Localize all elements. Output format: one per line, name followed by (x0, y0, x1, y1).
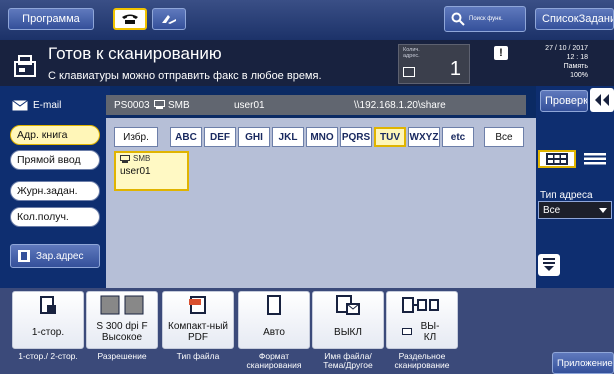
page-size-icon (267, 295, 281, 315)
filter-jkl[interactable]: JKL (272, 127, 304, 147)
destination-id: PS0003 (114, 99, 150, 111)
simplex-icon (40, 296, 56, 314)
email-tab[interactable]: E-mail (0, 94, 106, 116)
grid-view-icon (546, 153, 568, 165)
function-search-label: Поиск функ. (469, 15, 503, 22)
time-label: 12 : 18 (566, 54, 588, 61)
sidebar-item-job-history[interactable]: Журн.задан. (10, 181, 100, 201)
envelope-icon (12, 99, 28, 110)
list-icon (403, 67, 415, 77)
duplex-setting-tile[interactable]: 1-стор. (12, 291, 84, 349)
file-name-subject-icon (336, 295, 360, 315)
register-address-label: Зар.адрес (36, 250, 84, 262)
phone-icon (122, 14, 138, 24)
resolution-value: S 300 dpi F Высокое (96, 321, 148, 343)
filter-all[interactable]: Все (484, 127, 524, 147)
clock: 27 / 10 / 2017 12 : 18 Память 100% (522, 44, 614, 80)
scan-size-tile[interactable]: Авто (238, 291, 310, 349)
destination-counter-label: Колич. адрес. (403, 47, 420, 59)
address-entry[interactable]: SMB user01 (114, 151, 189, 191)
address-entry-name: user01 (120, 166, 151, 177)
duplex-setting-caption: 1-стор./ 2-стор. (18, 351, 78, 361)
scan-size-value: Авто (263, 326, 285, 338)
filter-wxyz[interactable]: WXYZ (408, 127, 440, 147)
destination-path: \\192.168.1.20\share (354, 99, 446, 111)
job-list-button[interactable]: СписокЗаданий (535, 8, 614, 30)
filter-favorites[interactable]: Избр. (114, 127, 158, 147)
file-name-tile[interactable]: ВЫКЛ (312, 291, 384, 349)
thumbnail-view-toggle[interactable] (538, 150, 576, 168)
selected-destination-bar: PS0003 SMB user01 \\192.168.1.20\share (106, 95, 526, 115)
memory-value: 100% (570, 72, 588, 79)
phone-button[interactable] (113, 8, 147, 30)
fax-scan-icon (14, 55, 36, 77)
on-hook-icon (162, 15, 176, 24)
separate-scan-value-text: ВЫ- КЛ (420, 321, 440, 343)
address-type-label: Тип адреса (540, 190, 593, 201)
list-view-icon (584, 153, 606, 165)
status-subtitle: С клавиатуры можно отправить факс в любо… (48, 70, 322, 82)
date-label: 27 / 10 / 2017 (545, 45, 588, 52)
filter-tuv[interactable]: TUV (374, 127, 406, 147)
resolution-icon (100, 295, 144, 315)
program-button[interactable]: Программа (8, 8, 94, 30)
filter-abc[interactable]: ABC (170, 127, 202, 147)
scan-size-caption: Формат сканирования (246, 351, 302, 370)
separate-scan-tile[interactable]: ВЫ- КЛ (386, 291, 458, 349)
dropdown-arrow-icon (599, 208, 607, 213)
file-name-value: ВЫКЛ (334, 326, 362, 338)
sidebar-item-recipients[interactable]: Кол.получ. (10, 207, 100, 227)
email-tab-label: E-mail (33, 99, 62, 111)
memory-label: Память (563, 63, 588, 70)
address-entry-type: SMB (133, 154, 151, 163)
page-down-button[interactable] (538, 254, 560, 276)
destination-counter-value: 1 (449, 58, 461, 80)
smb-icon (154, 100, 165, 109)
double-chevron-left-icon (595, 94, 609, 106)
function-search-button[interactable]: Поиск функ. (444, 6, 526, 32)
destination-user: user01 (234, 99, 265, 111)
register-address-button[interactable]: Зар.адрес (10, 244, 100, 268)
file-type-tile[interactable]: Компакт-ный PDF (162, 291, 234, 349)
filter-ghi[interactable]: GHI (238, 127, 270, 147)
on-hook-button[interactable] (152, 8, 186, 30)
duplex-setting-value: 1-стор. (31, 326, 65, 338)
address-type-value: Все (543, 204, 561, 216)
register-icon (18, 250, 30, 262)
list-view-toggle[interactable] (580, 150, 610, 168)
separate-scan-icon (402, 297, 439, 313)
collapse-button[interactable] (590, 88, 614, 112)
warning-icon[interactable]: ! (494, 46, 508, 60)
file-type-caption: Тип файла (176, 351, 220, 361)
smb-icon (120, 155, 130, 163)
list-down-icon (543, 258, 555, 271)
separate-scan-small-icon (402, 328, 412, 335)
destination-type: SMB (168, 99, 190, 111)
filter-pqrs[interactable]: PQRS (340, 127, 372, 147)
status-title: Готов к сканированию (48, 44, 222, 63)
file-name-caption: Имя файла/ Тема/Другое (323, 351, 373, 370)
check-button[interactable]: Проверка (540, 90, 588, 112)
file-type-value: Компакт-ный PDF (168, 321, 228, 343)
destination-counter: Колич. адрес. 1 (398, 44, 470, 84)
filter-mno[interactable]: MNO (306, 127, 338, 147)
separate-scan-value: ВЫ- КЛ (387, 318, 457, 346)
filter-def[interactable]: DEF (204, 127, 236, 147)
resolution-tile[interactable]: S 300 dpi F Высокое (86, 291, 158, 349)
search-icon (451, 12, 465, 26)
sidebar-item-direct-input[interactable]: Прямой ввод (10, 150, 100, 170)
pdf-icon (189, 296, 206, 314)
application-button[interactable]: Приложение (552, 352, 614, 374)
separate-scan-caption: Раздельное сканирование (394, 351, 450, 370)
address-type-select[interactable]: Все (538, 201, 612, 219)
resolution-caption: Разрешение (97, 351, 147, 361)
sidebar-item-address-book[interactable]: Адр. книга (10, 125, 100, 145)
filter-etc[interactable]: etc (442, 127, 474, 147)
